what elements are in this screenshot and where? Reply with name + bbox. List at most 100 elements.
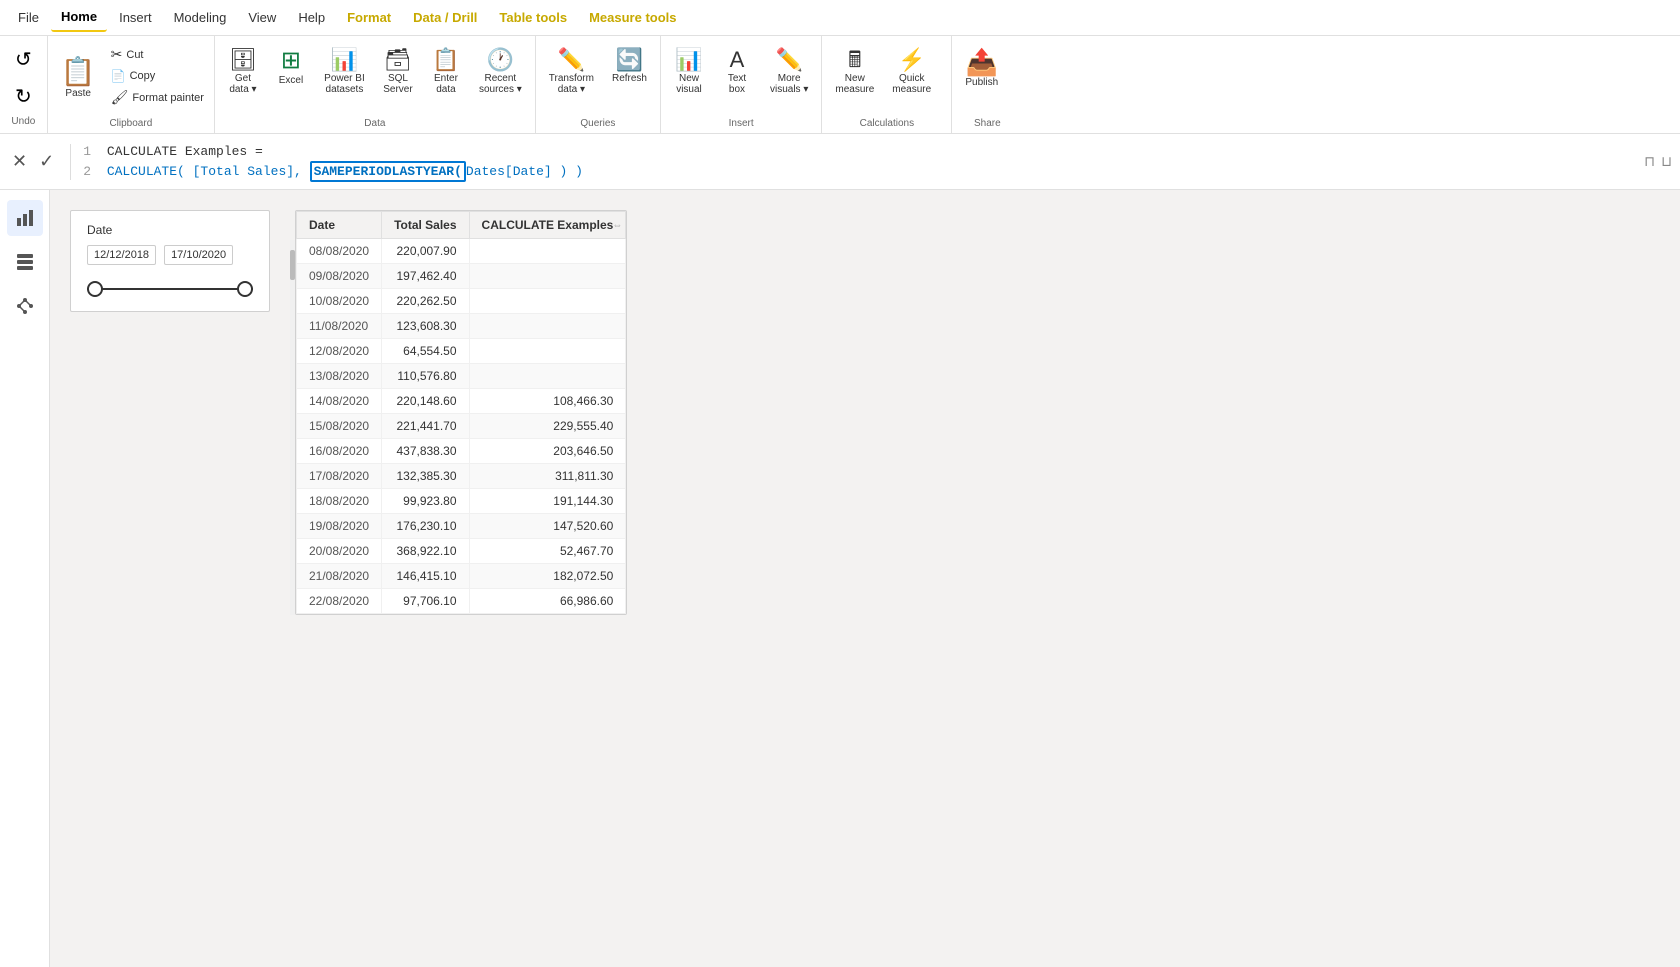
cell-date: 16/08/2020 — [297, 439, 382, 464]
col-header-calc[interactable]: CALCULATE Examples — [469, 212, 626, 239]
redo-button[interactable]: ↻ — [8, 79, 39, 114]
text-box-button[interactable]: A Textbox — [715, 44, 759, 100]
sql-label: SQLServer — [383, 73, 412, 95]
cell-calc: 66,986.60 — [469, 589, 626, 614]
excel-button[interactable]: ⊞ Excel — [269, 44, 313, 91]
sidebar-data-icon[interactable] — [7, 244, 43, 280]
more-visuals-label: Morevisuals ▾ — [770, 73, 808, 95]
excel-icon: ⊞ — [281, 49, 301, 73]
cell-calc: 182,072.50 — [469, 564, 626, 589]
cell-date: 11/08/2020 — [297, 314, 382, 339]
cell-calc — [469, 239, 626, 264]
undo-icon: ↺ — [15, 47, 32, 72]
data-group-label: Data — [221, 118, 529, 129]
slicer-dates: 12/12/2018 17/10/2020 — [87, 245, 253, 265]
recent-sources-label: Recentsources ▾ — [479, 73, 522, 95]
menu-measure-tools[interactable]: Measure tools — [579, 4, 686, 31]
publish-label: Publish — [965, 77, 998, 88]
cell-sales: 176,230.10 — [382, 514, 469, 539]
formula-text[interactable]: 1 CALCULATE Examples = 2 CALCULATE( [Tot… — [83, 142, 1636, 181]
menu-insert[interactable]: Insert — [109, 4, 162, 31]
table-row: 17/08/2020132,385.30311,811.30 — [297, 464, 626, 489]
cell-calc — [469, 364, 626, 389]
formula-cancel-button[interactable]: ✕ — [8, 149, 31, 174]
menu-help[interactable]: Help — [288, 4, 335, 31]
formula-resize-icon-1[interactable]: ⊓ — [1644, 153, 1655, 170]
cell-sales: 64,554.50 — [382, 339, 469, 364]
transform-data-button[interactable]: ✏️ Transformdata ▾ — [542, 44, 601, 100]
transform-label: Transformdata ▾ — [549, 73, 594, 95]
col-header-date[interactable]: Date — [297, 212, 382, 239]
text-box-icon: A — [730, 49, 745, 71]
cell-calc — [469, 314, 626, 339]
sidebar-model-icon[interactable] — [7, 288, 43, 324]
cell-sales: 220,148.60 — [382, 389, 469, 414]
new-measure-button[interactable]: 🖩 Newmeasure — [828, 44, 881, 100]
cell-date: 22/08/2020 — [297, 589, 382, 614]
menu-modeling[interactable]: Modeling — [164, 4, 237, 31]
publish-button[interactable]: 📤 Publish — [958, 44, 1005, 93]
menu-home[interactable]: Home — [51, 3, 107, 32]
format-painter-button[interactable]: 🖌 Format painter — [107, 87, 208, 108]
undo-button[interactable]: ↺ — [8, 42, 39, 77]
menu-data-drill[interactable]: Data / Drill — [403, 4, 487, 31]
power-bi-datasets-button[interactable]: 📊 Power BIdatasets — [317, 44, 372, 100]
slicer-date-from[interactable]: 12/12/2018 — [87, 245, 156, 265]
cell-date: 09/08/2020 — [297, 264, 382, 289]
table-row: 19/08/2020176,230.10147,520.60 — [297, 514, 626, 539]
sidebar-report-icon[interactable] — [7, 200, 43, 236]
formula-resize-icon-2[interactable]: ⊔ — [1661, 153, 1672, 170]
paste-button[interactable]: 📋 Paste — [54, 40, 103, 116]
copy-button[interactable]: 📄 Copy — [107, 67, 208, 85]
menu-view[interactable]: View — [238, 4, 286, 31]
formula-line2-pre: CALCULATE( [Total Sales], — [107, 164, 310, 179]
cell-date: 18/08/2020 — [297, 489, 382, 514]
get-data-button[interactable]: 🗄 Getdata ▾ — [221, 44, 265, 100]
more-visuals-icon: ✏️ — [775, 49, 802, 71]
cut-button[interactable]: ✂ Cut — [107, 44, 208, 65]
ribbon: ↺ ↻ Undo 📋 Paste ✂ Cut 📄 Co — [0, 36, 1680, 134]
cell-date: 14/08/2020 — [297, 389, 382, 414]
col-header-sales[interactable]: Total Sales — [382, 212, 469, 239]
refresh-button[interactable]: 🔄 Refresh — [605, 44, 654, 89]
sql-server-button[interactable]: 🗃 SQLServer — [376, 44, 420, 100]
enter-data-label: Enterdata — [434, 73, 458, 95]
date-slicer: Date 12/12/2018 17/10/2020 — [70, 210, 270, 312]
cell-sales: 368,922.10 — [382, 539, 469, 564]
insert-group-label: Insert — [667, 118, 815, 129]
slicer-date-to[interactable]: 17/10/2020 — [164, 245, 233, 265]
table-row: 08/08/2020220,007.90 — [297, 239, 626, 264]
recent-sources-button[interactable]: 🕐 Recentsources ▾ — [472, 44, 529, 100]
cell-calc — [469, 264, 626, 289]
cell-sales: 220,007.90 — [382, 239, 469, 264]
cell-calc: 229,555.40 — [469, 414, 626, 439]
slider-handle-left[interactable] — [87, 281, 103, 297]
undo-group-label: Undo — [11, 116, 35, 127]
formula-confirm-button[interactable]: ✓ — [35, 149, 58, 174]
menu-file[interactable]: File — [8, 4, 49, 31]
excel-label: Excel — [279, 75, 303, 86]
table-row: 14/08/2020220,148.60108,466.30 — [297, 389, 626, 414]
menu-table-tools[interactable]: Table tools — [489, 4, 577, 31]
share-group-label: Share — [958, 118, 1016, 129]
sql-icon: 🗃 — [384, 49, 412, 71]
slicer-slider[interactable] — [87, 279, 253, 299]
format-painter-label: Format painter — [132, 92, 204, 104]
cell-date: 19/08/2020 — [297, 514, 382, 539]
format-painter-icon: 🖌 — [111, 89, 129, 106]
slider-handle-right[interactable] — [237, 281, 253, 297]
cell-sales: 97,706.10 — [382, 589, 469, 614]
formula-line2-post: Dates[Date] ) ) — [466, 164, 583, 179]
enter-data-button[interactable]: 📋 Enterdata — [424, 44, 468, 100]
cell-sales: 110,576.80 — [382, 364, 469, 389]
menu-format[interactable]: Format — [337, 4, 401, 31]
quick-measure-button[interactable]: ⚡ Quickmeasure — [885, 44, 938, 100]
table-row: 20/08/2020368,922.1052,467.70 — [297, 539, 626, 564]
new-visual-icon: 📊 — [675, 49, 702, 71]
more-visuals-button[interactable]: ✏️ Morevisuals ▾ — [763, 44, 815, 100]
cell-date: 15/08/2020 — [297, 414, 382, 439]
new-visual-button[interactable]: 📊 Newvisual — [667, 44, 711, 100]
get-data-icon: 🗄 — [229, 49, 257, 71]
cell-calc: 52,467.70 — [469, 539, 626, 564]
publish-icon: 📤 — [966, 49, 998, 75]
